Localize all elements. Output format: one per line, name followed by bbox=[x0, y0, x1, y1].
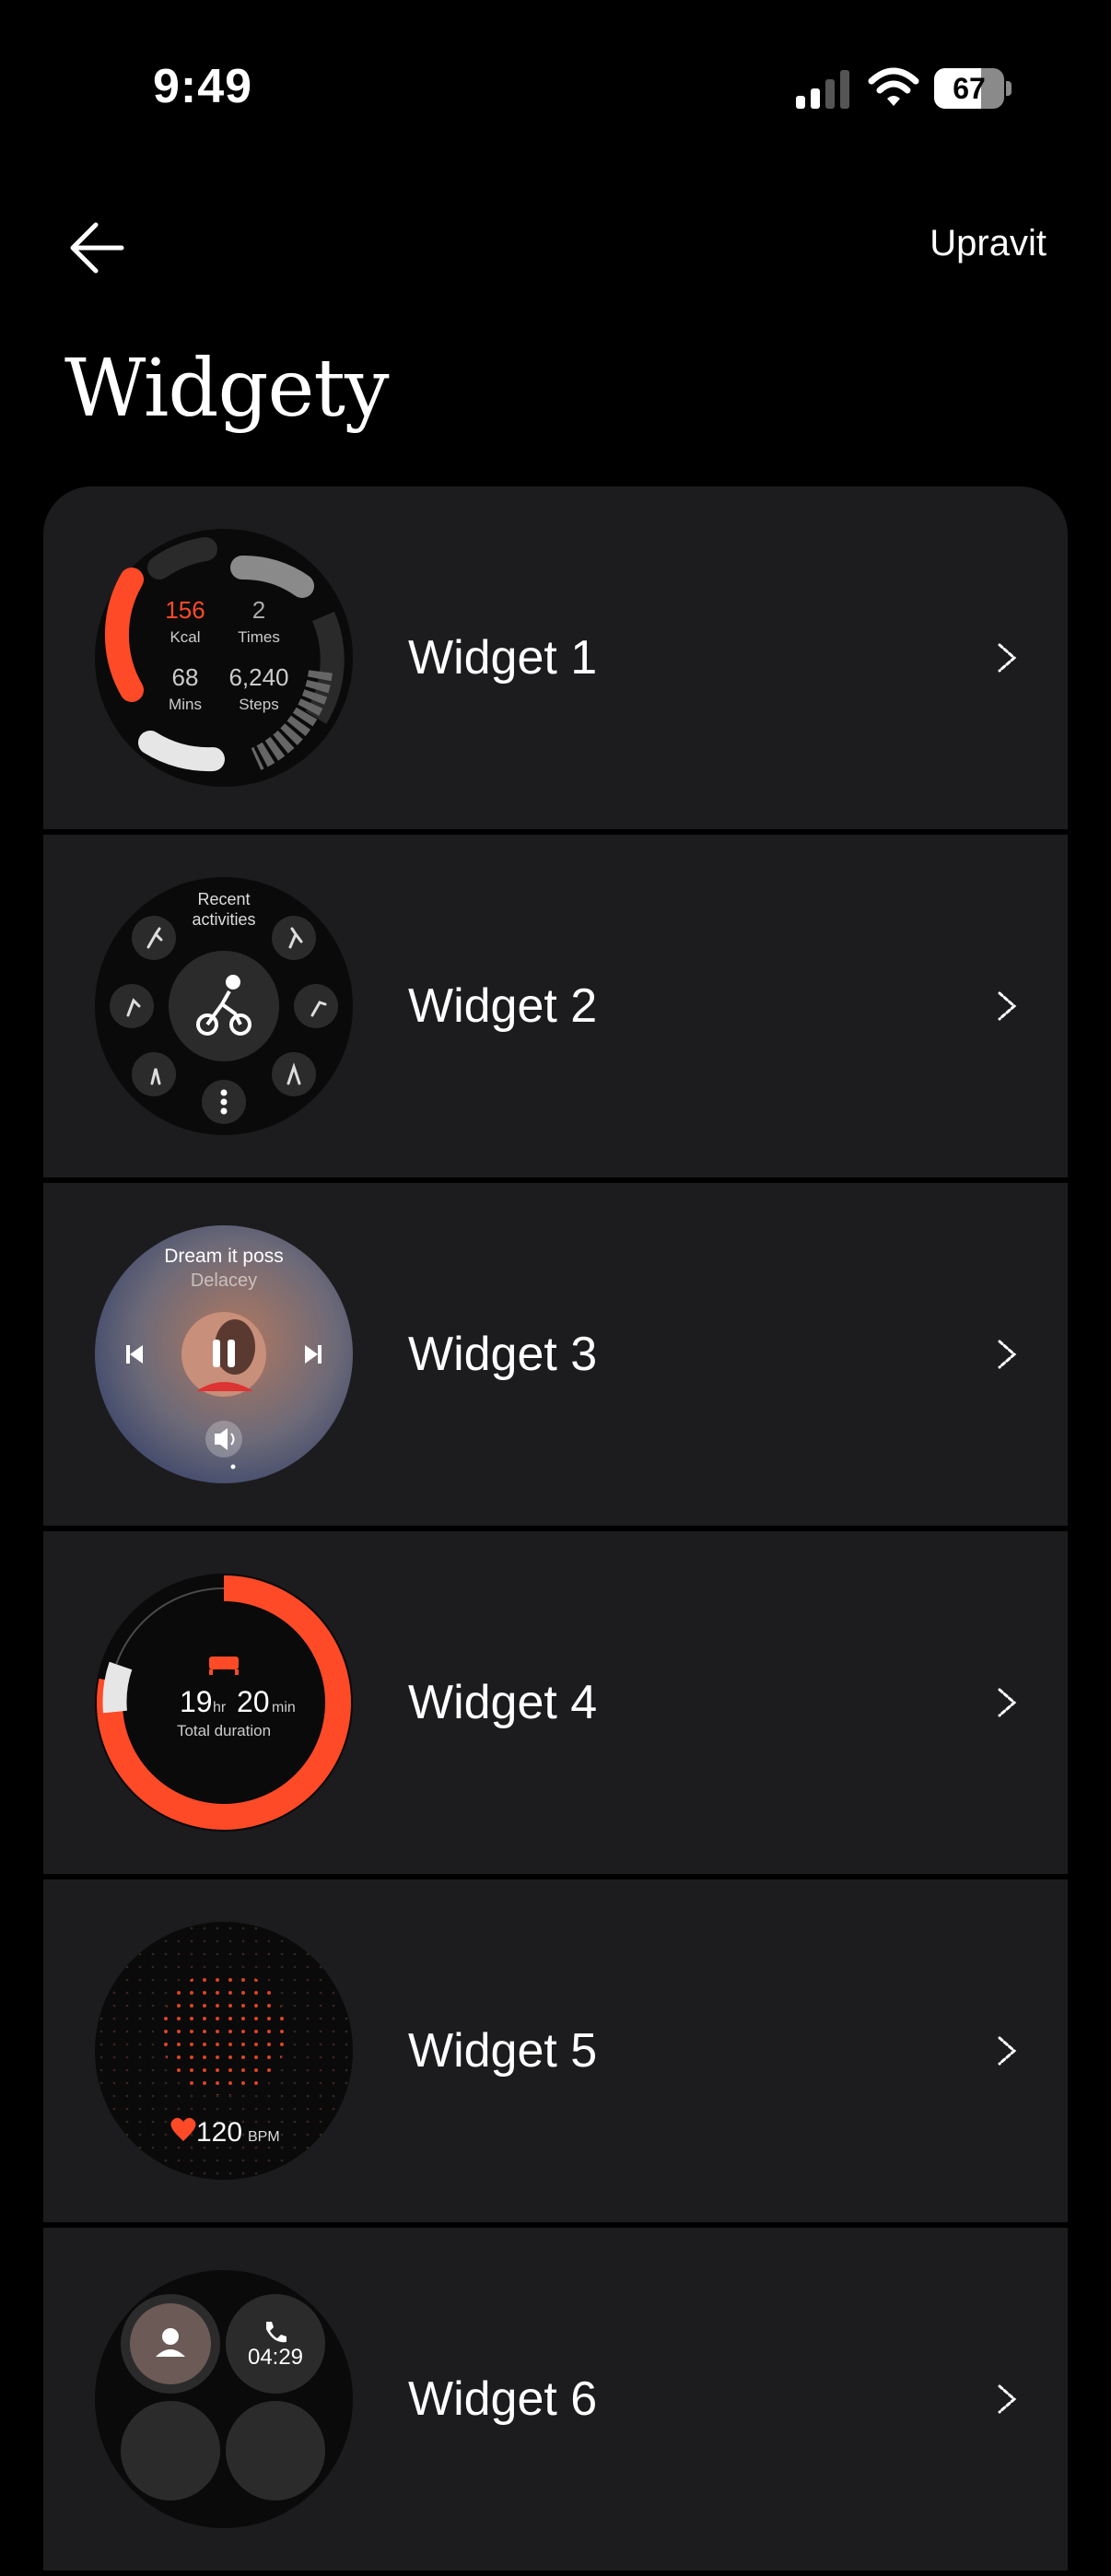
widget-1-times-label: Times bbox=[238, 628, 280, 646]
widget-4-min-unit: min bbox=[272, 1700, 296, 1715]
chevron-right-icon bbox=[998, 2384, 1017, 2414]
widget-1-mins-label: Mins bbox=[169, 696, 202, 713]
chevron-right-icon bbox=[998, 1688, 1017, 1717]
widget-3-artist: Delacey bbox=[191, 1270, 257, 1291]
widget-row-5[interactable]: 120 BPM Widget 5 bbox=[43, 1879, 1068, 2222]
widget-2-title-line1: Recent bbox=[197, 890, 250, 908]
back-arrow-icon[interactable] bbox=[64, 216, 129, 280]
widget-2-preview: Recent activities bbox=[95, 877, 353, 1135]
widget-5-bpm: 120 bbox=[196, 2117, 242, 2148]
widget-4-hr-unit: hr bbox=[213, 1700, 227, 1715]
chevron-right-icon bbox=[998, 1340, 1017, 1369]
chevron-right-icon bbox=[998, 991, 1017, 1021]
widget-1-mins: 68 bbox=[172, 663, 199, 691]
widget-row-2[interactable]: Recent activities Widget 2 bbox=[43, 835, 1068, 1177]
widget-row-4[interactable]: 19 hr 20 min Total duration Widget 4 bbox=[43, 1531, 1068, 1874]
status-time: 9:49 bbox=[153, 60, 253, 113]
widget-3-song: Dream it poss bbox=[164, 1246, 284, 1267]
widget-5-label: Widget 5 bbox=[408, 2024, 598, 2078]
widget-1-preview: 156 Kcal 2 Times 68 Mins 6,240 Steps bbox=[95, 529, 353, 787]
widget-4-hours: 19 bbox=[180, 1685, 213, 1718]
widget-row-3[interactable]: Dream it poss Delacey Widget 3 bbox=[43, 1183, 1068, 1526]
widget-4-preview: 19 hr 20 min Total duration bbox=[95, 1574, 353, 1832]
widget-1-label: Widget 1 bbox=[408, 631, 598, 685]
widget-row-6[interactable]: 04:29 Widget 6 bbox=[43, 2228, 1068, 2570]
status-bar: 9:49 67 bbox=[0, 0, 1111, 138]
widget-5-preview: 120 BPM bbox=[95, 1922, 353, 2180]
widget-5-bpm-unit: BPM bbox=[248, 2129, 280, 2145]
widget-2-title-line2: activities bbox=[192, 910, 255, 929]
widget-4-minutes: 20 bbox=[237, 1685, 270, 1718]
widget-2-label: Widget 2 bbox=[408, 979, 598, 1033]
widget-6-preview: 04:29 bbox=[95, 2270, 353, 2528]
battery-percent: 67 bbox=[953, 72, 986, 105]
chevron-right-icon bbox=[998, 2036, 1017, 2066]
widget-row-1[interactable]: 156 Kcal 2 Times 68 Mins 6,240 Steps Wid… bbox=[43, 486, 1068, 829]
widget-list: 156 Kcal 2 Times 68 Mins 6,240 Steps Wid… bbox=[43, 486, 1068, 2576]
widget-3-preview: Dream it poss Delacey bbox=[95, 1225, 353, 1483]
widget-1-steps: 6,240 bbox=[228, 663, 288, 691]
battery-indicator: 67 bbox=[934, 68, 1012, 111]
chevron-right-icon bbox=[998, 643, 1017, 673]
widget-1-kcal-label: Kcal bbox=[170, 628, 200, 646]
widget-1-times: 2 bbox=[252, 596, 265, 624]
widget-3-label: Widget 3 bbox=[408, 1328, 598, 1381]
widget-6-label: Widget 6 bbox=[408, 2372, 598, 2426]
widget-4-caption: Total duration bbox=[177, 1722, 271, 1739]
edit-button[interactable]: Upravit bbox=[930, 223, 1047, 264]
widget-6-call-time: 04:29 bbox=[248, 2345, 303, 2370]
widget-1-steps-label: Steps bbox=[239, 696, 278, 713]
cellular-signal-icon bbox=[796, 70, 849, 109]
widget-4-label: Widget 4 bbox=[408, 1676, 598, 1729]
page-title: Widgety bbox=[64, 343, 390, 435]
widget-1-kcal: 156 bbox=[165, 596, 205, 624]
wifi-icon bbox=[868, 67, 919, 106]
